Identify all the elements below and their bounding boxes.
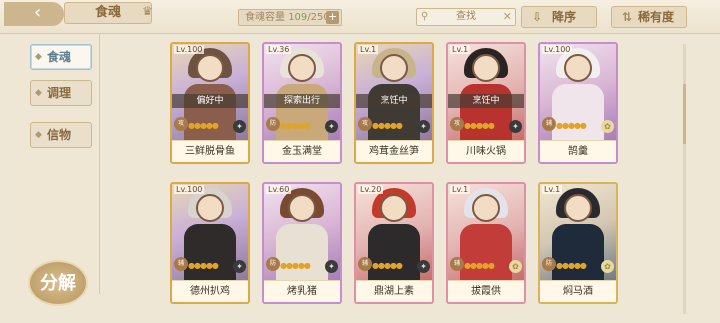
search-input[interactable]: ⚲ 查找 ✕ [416,8,516,26]
capacity-indicator: 食魂容量 109/250 + [238,9,342,26]
category-sidebar: ◆ 食魂 ◆ 调理 ◆ 信物 [14,34,100,294]
star-rating: ●●●●● [280,261,311,270]
element-icon: ✦ [417,120,430,133]
element-icon: ✦ [233,120,246,133]
element-icon: ✦ [325,260,338,273]
sort-arrow-icon: ⇩ [532,10,543,24]
crown-icon: ♛ [142,4,153,18]
element-icon: ✦ [509,120,522,133]
status-label: 烹饪中 [356,94,432,108]
food-soul-card[interactable]: Lv.100 辅 ●●●●● ✦ 德州扒鸡 [170,182,250,304]
star-rating: ●●●●● [556,261,587,270]
back-arrow-icon: ‹ [34,2,42,23]
diamond-icon: ◆ [35,88,42,98]
element-icon: ✦ [233,260,246,273]
food-soul-card[interactable]: Lv.1 烹饪中 攻 ●●●●● ✦ 鸡茸金丝笋 [354,42,434,164]
element-icon: ✦ [417,260,430,273]
add-capacity-button[interactable]: + [326,11,339,24]
level-label: Lv.20 [358,185,384,194]
food-soul-card[interactable]: Lv.1 辅 ●●●●● ✿ 拔霞供 [446,182,526,304]
decompose-button[interactable]: 分解 [28,260,88,306]
role-icon: 攻 [174,117,188,131]
star-rating: ●●●●● [188,261,219,270]
diamond-icon: ◆ [35,130,42,140]
star-rating: ●●●●● [464,121,495,130]
clear-icon[interactable]: ✕ [503,9,512,25]
card-name: 金玉满堂 [264,140,340,162]
flower-icon: ✿ [601,260,614,273]
sidebar-item-token[interactable]: ◆ 信物 [30,122,92,148]
status-label: 偏好中 [172,94,248,108]
food-soul-card[interactable]: Lv.1 烹饪中 攻 ●●●●● ✦ 川味火锅 [446,42,526,164]
role-icon: 防 [266,117,280,131]
diamond-icon: ◆ [35,52,42,62]
search-placeholder: 查找 [456,11,476,22]
food-soul-card[interactable]: Lv.20 辅 ●●●●● ✦ 鼎湖上素 [354,182,434,304]
star-rating: ●●●●● [464,261,495,270]
element-icon: ✦ [325,120,338,133]
capacity-current: 109 [288,12,308,23]
role-icon: 辅 [358,257,372,271]
card-name: 烤乳猪 [264,280,340,302]
sort-toggle-icon: ⇅ [622,10,633,24]
role-icon: 防 [266,257,280,271]
star-rating: ●●●●● [372,261,403,270]
card-name: 鼎湖上素 [356,280,432,302]
sort-order-button[interactable]: ⇩ 降序 [521,6,597,28]
rarity-sort-button[interactable]: ⇅ 稀有度 [611,6,687,28]
level-label: Lv.1 [450,185,471,194]
star-rating: ●●●●● [280,121,311,130]
status-label: 探索出行 [264,94,340,108]
food-soul-card[interactable]: Lv.100 辅 ●●●●● ✿ 鹄羹 [538,42,618,164]
page-title: 食魂 [64,2,152,24]
card-name: 鸡茸金丝笋 [356,140,432,162]
top-bar: ‹ 食魂 ♛ 食魂容量 109/250 + ⚲ 查找 ✕ ⇩ 降序 ⇅ 稀有度 [0,0,720,34]
level-label: Lv.1 [358,45,379,54]
role-icon: 辅 [174,257,188,271]
role-icon: 防 [542,257,556,271]
level-label: Lv.100 [542,45,573,54]
scrollbar[interactable] [683,44,686,314]
sidebar-item-label: 食魂 [47,50,72,64]
sidebar-item-label: 调理 [47,86,72,100]
flower-icon: ✿ [601,120,614,133]
back-button[interactable]: ‹ [4,2,64,26]
role-icon: 辅 [450,257,464,271]
card-name: 三鲜脱骨鱼 [172,140,248,162]
role-icon: 辅 [542,117,556,131]
sort-label: 降序 [552,10,577,24]
level-label: Lv.1 [542,185,563,194]
level-label: Lv.36 [266,45,292,54]
sidebar-item-label: 信物 [47,128,72,142]
food-soul-card[interactable]: Lv.60 防 ●●●●● ✦ 烤乳猪 [262,182,342,304]
food-soul-card[interactable]: Lv.1 防 ●●●●● ✿ 焖马酒 [538,182,618,304]
sidebar-item-food-soul[interactable]: ◆ 食魂 [30,44,92,70]
food-soul-card[interactable]: Lv.36 探索出行 防 ●●●●● ✦ 金玉满堂 [262,42,342,164]
card-name: 川味火锅 [448,140,524,162]
star-rating: ●●●●● [372,121,403,130]
capacity-label: 食魂容量 [245,12,285,23]
flower-icon: ✿ [509,260,522,273]
status-label: 烹饪中 [448,94,524,108]
role-icon: 攻 [358,117,372,131]
scrollbar-thumb[interactable] [683,84,686,144]
level-label: Lv.100 [174,45,205,54]
level-label: Lv.60 [266,185,292,194]
role-icon: 攻 [450,117,464,131]
level-label: Lv.1 [450,45,471,54]
card-name: 拔霞供 [448,280,524,302]
star-rating: ●●●●● [556,121,587,130]
card-name: 鹄羹 [540,140,616,162]
food-soul-card[interactable]: Lv.100 偏好中 攻 ●●●●● ✦ 三鲜脱骨鱼 [170,42,250,164]
level-label: Lv.100 [174,185,205,194]
card-name: 德州扒鸡 [172,280,248,302]
card-name: 焖马酒 [540,280,616,302]
sidebar-item-cooking[interactable]: ◆ 调理 [30,80,92,106]
search-icon: ⚲ [421,11,429,22]
star-rating: ●●●●● [188,121,219,130]
rarity-label: 稀有度 [638,10,675,24]
